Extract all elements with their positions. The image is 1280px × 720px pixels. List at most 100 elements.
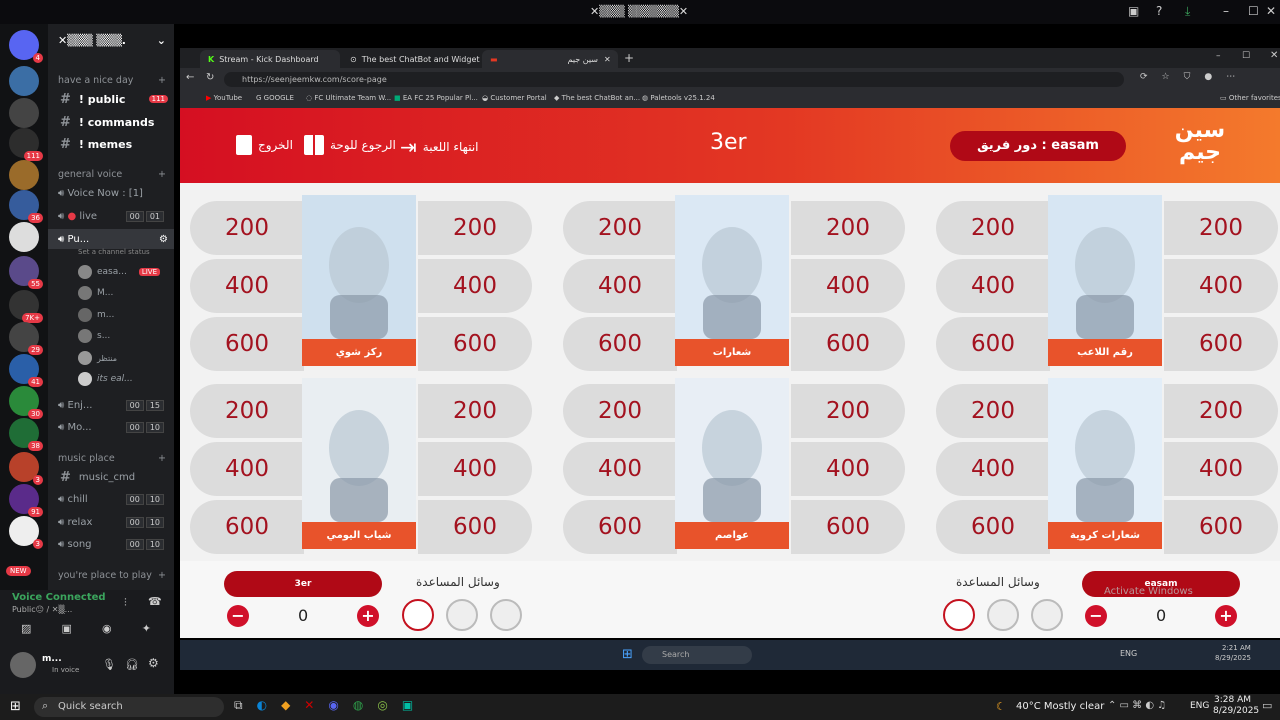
voice-channel[interactable]: 🔊︎ Mo... 00 10	[48, 417, 174, 437]
points-tile[interactable]: 600	[791, 317, 905, 371]
plus-icon[interactable]: +	[158, 453, 166, 464]
plus-button[interactable]: +	[1215, 605, 1237, 627]
voice-user[interactable]: its eal...	[48, 369, 174, 389]
server-name[interactable]: ✕▒▒▒ ▒▒▒. ⌄	[48, 28, 174, 52]
points-tile[interactable]: 200	[1164, 384, 1278, 438]
points-tile[interactable]: 600	[936, 317, 1050, 371]
server-icon[interactable]: 36	[9, 190, 43, 223]
points-tile[interactable]: 200	[190, 384, 304, 438]
minus-button[interactable]: −	[227, 605, 249, 627]
discord-home-icon[interactable]: 4	[9, 30, 43, 63]
voice-channel[interactable]: 🔊︎ chill 00 10	[48, 489, 174, 509]
points-tile[interactable]: 400	[791, 259, 905, 313]
inner-search[interactable]: Search	[642, 646, 752, 664]
points-tile[interactable]: 600	[190, 317, 304, 371]
category-card[interactable]: شياب اليومي	[302, 378, 416, 549]
bookmark-customer-portal[interactable]: ◒ Customer Portal	[482, 94, 547, 102]
points-tile[interactable]: 600	[1164, 317, 1278, 371]
discord-icon[interactable]: ◉	[328, 698, 338, 713]
end-game-button[interactable]: ⇥ انتهاء اللعبة	[400, 135, 479, 159]
channel-commands[interactable]: # ! commands	[48, 112, 174, 132]
tab-kick-dashboard[interactable]: K Stream - Kick Dashboard	[200, 50, 340, 68]
server-icon[interactable]	[9, 66, 39, 96]
tab-seen-jeem[interactable]: ▬ سين جيم ✕	[482, 50, 618, 68]
call-aid-icon[interactable]	[446, 599, 478, 631]
voice-location[interactable]: Public😐 / ✕▒...	[12, 605, 72, 614]
language-indicator[interactable]: ENG	[1190, 701, 1209, 711]
bookmark-ea-fc[interactable]: ■ EA FC 25 Popular Pl...	[394, 94, 478, 102]
points-tile[interactable]: 400	[418, 259, 532, 313]
tab-chatbot[interactable]: ⊙The best ChatBot and Widgets fo✕	[342, 50, 480, 68]
hand-aid-icon[interactable]	[1031, 599, 1063, 631]
back-icon[interactable]: ←	[186, 72, 194, 83]
tray-icons[interactable]: ⌃ ▭ ⌘ ◐ ♫	[1108, 700, 1166, 711]
camera-icon[interactable]: ✦	[142, 622, 151, 642]
points-tile[interactable]: 600	[791, 500, 905, 554]
server-icon[interactable]: 30	[9, 386, 43, 419]
url-input[interactable]: https://seenjeemkw.com/score-page	[224, 72, 1124, 87]
soundboard-icon[interactable]: ⫶	[124, 596, 127, 610]
points-tile[interactable]: 600	[563, 317, 677, 371]
points-tile[interactable]: 200	[1164, 201, 1278, 255]
minus-button[interactable]: −	[1085, 605, 1107, 627]
channel-music-cmd[interactable]: # music_cmd	[48, 467, 174, 487]
exit-button[interactable]: الخروج	[236, 135, 293, 155]
points-tile[interactable]: 400	[563, 442, 677, 496]
server-icon[interactable]	[9, 160, 39, 190]
bookmark-google[interactable]: G GOOGLE	[256, 94, 294, 102]
more-icon[interactable]: ⋯	[1226, 72, 1235, 82]
shield-icon[interactable]: ⛉	[1184, 72, 1191, 82]
voice-user[interactable]: منتظر	[48, 348, 174, 368]
windows-start-icon[interactable]: ⊞	[622, 647, 633, 662]
bookmark-fc-ultimate[interactable]: ◌ FC Ultimate Team W...	[306, 94, 391, 102]
inbox-icon[interactable]: ▣	[1128, 4, 1139, 18]
bookmark-youtube[interactable]: ▶ YouTube	[206, 94, 242, 102]
server-icon[interactable]: 55	[9, 256, 43, 289]
app-icon[interactable]: ◎	[377, 698, 387, 713]
video-off-icon[interactable]: ▨	[21, 622, 31, 642]
channel-memes[interactable]: # ! memes	[48, 134, 174, 154]
points-tile[interactable]: 200	[190, 201, 304, 255]
points-tile[interactable]: 400	[418, 442, 532, 496]
chrome-icon[interactable]: ◍	[353, 698, 363, 713]
reload-icon[interactable]: ↻	[206, 72, 214, 83]
points-tile[interactable]: 400	[936, 259, 1050, 313]
favorite-icon[interactable]: ☆	[1162, 72, 1170, 82]
server-icon[interactable]: 111	[9, 128, 43, 161]
category-card[interactable]: ركز شوي	[302, 195, 416, 366]
category-card[interactable]: شعارات كروية	[1048, 378, 1162, 549]
points-tile[interactable]: 200	[418, 201, 532, 255]
points-tile[interactable]: 200	[418, 384, 532, 438]
points-tile[interactable]: 600	[1164, 500, 1278, 554]
points-tile[interactable]: 200	[936, 384, 1050, 438]
server-icon[interactable]: 91	[9, 484, 43, 517]
voice-user[interactable]: s...	[48, 326, 174, 346]
help-icon[interactable]: ?	[1156, 4, 1162, 18]
quick-search-input[interactable]: Quick search	[34, 697, 224, 717]
points-tile[interactable]: 200	[563, 384, 677, 438]
activity-icon[interactable]: ◉	[102, 622, 112, 642]
channel-status[interactable]: Set a channel status	[48, 245, 174, 259]
points-tile[interactable]: 400	[190, 442, 304, 496]
voice-channel[interactable]: 🔊︎ song 00 10	[48, 534, 174, 554]
maximize-icon[interactable]: ☐	[1248, 4, 1259, 18]
user-settings-icon[interactable]: ⚙	[148, 656, 159, 670]
points-tile[interactable]: 200	[563, 201, 677, 255]
task-view-icon[interactable]: ⧉	[234, 698, 243, 713]
category-header[interactable]: music place +	[48, 448, 174, 468]
disconnect-icon[interactable]: ☎	[148, 595, 162, 608]
voice-user[interactable]: easa... LIVE	[48, 262, 174, 282]
points-tile[interactable]: 200	[791, 384, 905, 438]
category-header[interactable]: have a nice day +	[48, 70, 174, 90]
maximize-icon[interactable]: ☐	[1242, 51, 1250, 61]
minimize-icon[interactable]: –	[1216, 51, 1221, 61]
category-header[interactable]: general voice +	[48, 164, 174, 184]
server-icon[interactable]	[9, 98, 39, 128]
edge-icon[interactable]: ◐	[257, 698, 267, 713]
server-icon[interactable]: 7K+	[9, 290, 43, 323]
minimize-icon[interactable]: –	[1223, 4, 1229, 18]
server-icon[interactable]: 38	[9, 418, 43, 451]
voice-channel[interactable]: 🔊︎ Enj... 00 15	[48, 395, 174, 415]
server-icon[interactable]: 29	[9, 322, 43, 355]
call-aid-icon[interactable]	[987, 599, 1019, 631]
